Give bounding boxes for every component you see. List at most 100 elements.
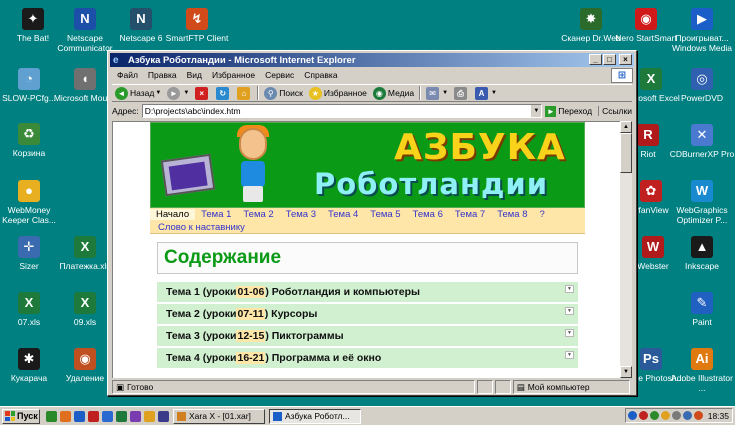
media-button[interactable]: ◉ Медиа (370, 85, 417, 101)
recycle-bin-icon: ♻ (18, 123, 40, 145)
expand-icon[interactable]: ▼ (565, 351, 574, 359)
favorites-button[interactable]: ★ Избранное (306, 85, 370, 101)
scroll-thumb[interactable] (620, 133, 632, 173)
desktop-icon-cdburnerxp[interactable]: ✕ CDBurnerXP Pro (669, 124, 735, 159)
back-button[interactable]: ◄ Назад ▼ (112, 85, 164, 101)
tray-icon[interactable] (628, 411, 637, 420)
nav-topic-8[interactable]: Тема 8 (491, 209, 533, 220)
quick-launch-icon[interactable] (130, 410, 141, 422)
page-viewport[interactable]: АЗБУКА Роботландии Начало Тема 1 Тема 2 … (112, 121, 620, 378)
forward-button[interactable]: ► ▼ (164, 85, 192, 101)
desktop-icon-powerdvd[interactable]: ◎ PowerDVD (669, 68, 735, 103)
excel-file-icon: X (18, 292, 40, 314)
menu-help[interactable]: Справка (299, 70, 342, 80)
expand-icon[interactable]: ▼ (565, 307, 574, 315)
menu-view[interactable]: Вид (182, 70, 207, 80)
quick-launch-icon[interactable] (46, 410, 57, 422)
smartftp-icon: ↯ (186, 8, 208, 30)
nav-topic-5[interactable]: Тема 5 (364, 209, 406, 220)
menu-favorites[interactable]: Избранное (207, 70, 260, 80)
tray-icon[interactable] (672, 411, 681, 420)
nav-topic-2[interactable]: Тема 2 (237, 209, 279, 220)
desktop-icon-paint[interactable]: ✎ Paint (669, 292, 735, 327)
minimize-button[interactable]: _ (589, 54, 602, 65)
home-button[interactable]: ⌂ (234, 85, 255, 101)
menu-edit[interactable]: Правка (143, 70, 182, 80)
go-button[interactable]: ► Переход (545, 105, 592, 117)
inkscape-icon: ▲ (691, 236, 713, 258)
media-player-icon: ▶ (691, 8, 713, 30)
desktop-icon-webgraphics[interactable]: W WebGraphics Optimizer P... (669, 180, 735, 225)
desktop-icon-inkscape[interactable]: ▲ Inkscape (669, 236, 735, 271)
nav-topic-6[interactable]: Тема 6 (407, 209, 449, 220)
photoshop-icon: Ps (640, 348, 662, 370)
expand-icon[interactable]: ▼ (565, 285, 574, 293)
start-button[interactable]: Пуск (2, 408, 40, 424)
desktop-icon-recycle-bin[interactable]: ♻ Корзина (0, 123, 62, 158)
nav-topic-1[interactable]: Тема 1 (195, 209, 237, 220)
scroll-up-button[interactable]: ▲ (620, 121, 632, 133)
topic-row[interactable]: Тема 3 (уроки 12-15) Пиктограммы ▼ (157, 326, 578, 348)
links-button[interactable]: Ссылки (598, 106, 632, 116)
scroll-down-button[interactable]: ▼ (620, 366, 632, 378)
banner-title: АЗБУКА (394, 127, 566, 168)
nav-topic-7[interactable]: Тема 7 (449, 209, 491, 220)
topic-row[interactable]: Тема 2 (уроки 07-11) Курсоры ▼ (157, 304, 578, 326)
taskbar: Пуск Xara X - [01.xar] Азбука Роботл... … (0, 406, 735, 425)
quick-launch-icon[interactable] (144, 410, 155, 422)
menu-file[interactable]: Файл (112, 70, 143, 80)
topic-row[interactable]: Тема 1 (уроки 01-06) Роботландия и компь… (157, 282, 578, 304)
encoding-button[interactable]: A ▼ (472, 85, 500, 101)
stop-button[interactable]: × (192, 85, 213, 101)
nav-home[interactable]: Начало (150, 209, 196, 220)
banner-subtitle: Роботландии (314, 167, 549, 201)
mentor-link[interactable]: Слово к наставнику (158, 222, 245, 233)
quick-launch-icon[interactable] (116, 410, 127, 422)
tray-icon[interactable] (650, 411, 659, 420)
netscape-icon: N (74, 8, 96, 30)
chevron-down-icon: ▼ (491, 90, 497, 96)
web-page: АЗБУКА Роботландии Начало Тема 1 Тема 2 … (150, 122, 585, 370)
speaker-icon[interactable] (683, 411, 692, 420)
tray-icon[interactable] (639, 411, 648, 420)
desktop-icon-smartftp[interactable]: ↯ SmartFTP Client (164, 8, 230, 43)
expand-icon[interactable]: ▼ (565, 329, 574, 337)
stop-icon: × (195, 86, 209, 100)
desktop-icon-media-player[interactable]: ▶ Проигрыват... Windows Media (669, 8, 735, 53)
topic-list: Тема 1 (уроки 01-06) Роботландия и компь… (157, 282, 578, 370)
maximize-button[interactable]: □ (603, 54, 616, 65)
tray-icon[interactable] (694, 411, 703, 420)
topic-row[interactable]: Тема 4 (уроки 16-21) Программа и её окно… (157, 348, 578, 370)
quick-launch-icon[interactable] (158, 410, 169, 422)
quick-launch-icon[interactable] (102, 410, 113, 422)
print-button[interactable]: ⎙ (451, 85, 472, 101)
nav-help[interactable]: ? (533, 209, 550, 220)
nav-topic-4[interactable]: Тема 4 (322, 209, 364, 220)
close-button[interactable]: × (619, 54, 632, 65)
menu-tools[interactable]: Сервис (260, 70, 299, 80)
nav-topic-3[interactable]: Тема 3 (280, 209, 322, 220)
tray-icon[interactable] (661, 411, 670, 420)
mouse-icon: ◖ (74, 68, 96, 90)
quick-launch-icon[interactable] (74, 410, 85, 422)
address-label: Адрес: (112, 106, 139, 116)
search-button[interactable]: ⚲ Поиск (261, 85, 306, 101)
standard-toolbar: ◄ Назад ▼ ► ▼ × ↻ ⌂ ⚲ Поиск ★ Избранное … (112, 84, 632, 102)
title-bar[interactable]: e Азбука Роботландии - Microsoft Interne… (110, 53, 634, 67)
desktop-icon-illustrator[interactable]: Ai Adobe Illustrator ... (669, 348, 735, 393)
powerdvd-icon: ◎ (691, 68, 713, 90)
clock[interactable]: 18:35 (708, 411, 732, 421)
font-icon: A (475, 86, 489, 100)
vertical-scrollbar[interactable]: ▲ ▼ (620, 121, 632, 378)
chevron-down-icon[interactable]: ▼ (530, 105, 542, 117)
quick-launch-icon[interactable] (88, 410, 99, 422)
refresh-button[interactable]: ↻ (213, 85, 234, 101)
desktop-icon-webmoney[interactable]: ● WebMoney Keeper Clas... (0, 180, 62, 225)
task-button-xara[interactable]: Xara X - [01.xar] (173, 408, 265, 424)
task-button-ie[interactable]: Азбука Роботл... (269, 408, 361, 424)
mail-button[interactable]: ✉ ▼ (423, 85, 451, 101)
quick-launch-icon[interactable] (60, 410, 71, 422)
search-icon: ⚲ (264, 86, 278, 100)
address-input[interactable]: D:\projects\abc\index.htm ▼ (141, 104, 543, 118)
webgraphics-icon: W (691, 180, 713, 202)
